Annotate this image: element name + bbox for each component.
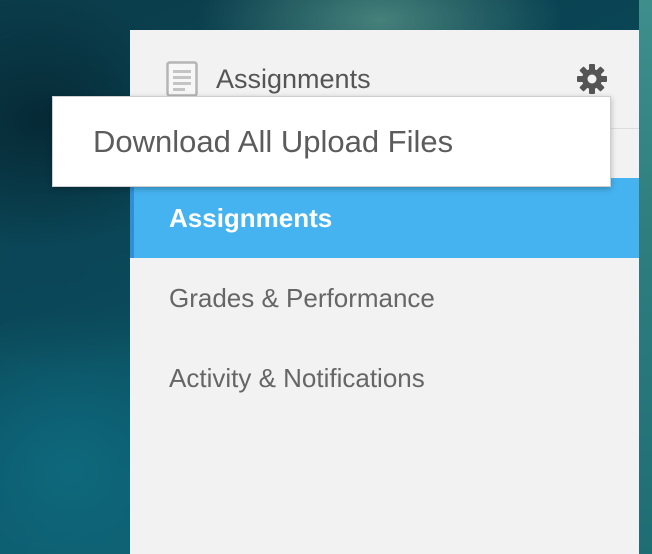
sidebar-item-grades-performance[interactable]: Grades & Performance	[130, 258, 639, 338]
panel-title: Assignments	[216, 64, 371, 94]
sidebar-item-assignments[interactable]: Assignments	[130, 178, 639, 258]
gear-icon[interactable]	[575, 62, 609, 96]
background-edge	[639, 0, 652, 554]
sidebar-item-label: Activity & Notifications	[169, 363, 425, 393]
sidebar-item-activity-notifications[interactable]: Activity & Notifications	[130, 338, 639, 418]
download-all-upload-files-item[interactable]: Download All Upload Files	[93, 122, 453, 162]
sidebar-item-label: Grades & Performance	[169, 283, 435, 313]
sidebar-item-label: Assignments	[169, 203, 333, 233]
document-icon	[166, 61, 198, 97]
sidebar-nav: Assignments Grades & Performance Activit…	[130, 178, 639, 418]
settings-dropdown-menu: Download All Upload Files	[52, 96, 611, 187]
